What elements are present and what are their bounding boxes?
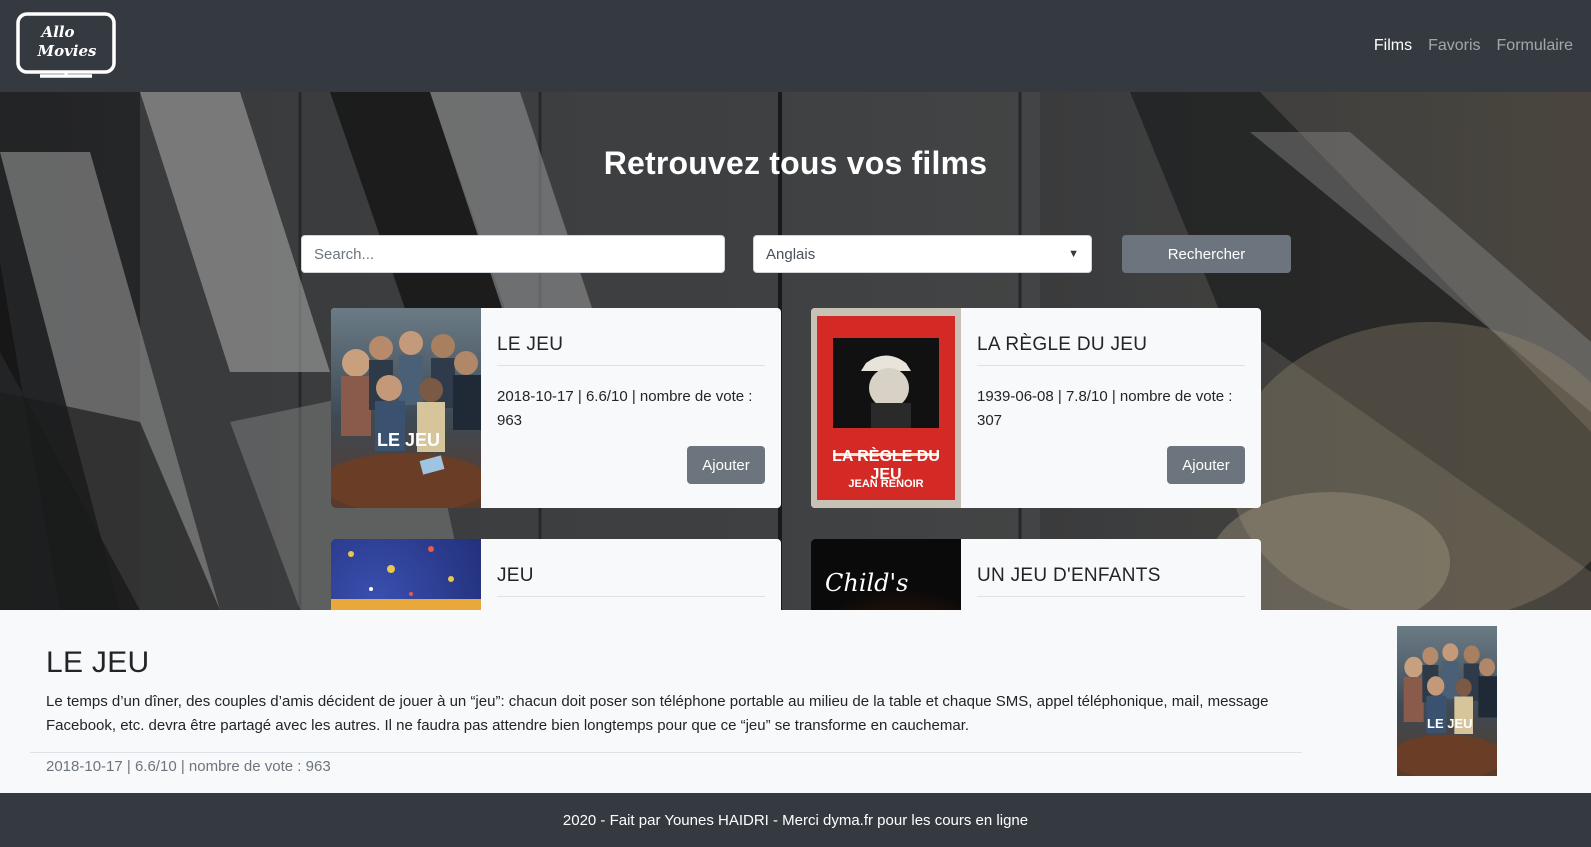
movie-poster[interactable]: LE JEU [331, 308, 481, 508]
hero-section: Retrouvez tous vos films Anglais ▼ Reche… [0, 92, 1591, 610]
navbar: Allo Movies Films Favoris Formulaire [0, 0, 1591, 92]
card-body: JEU [481, 539, 781, 610]
detail-title: LE JEU [46, 646, 150, 679]
divider [30, 752, 1302, 753]
search-row: Anglais ▼ Rechercher [0, 235, 1591, 273]
card-title: JEU [497, 565, 765, 597]
detail-poster: LE JEU [1397, 626, 1497, 776]
nav-favoris[interactable]: Favoris [1428, 37, 1480, 55]
nav-links: Films Favoris Formulaire [1374, 37, 1573, 55]
search-button[interactable]: Rechercher [1122, 235, 1291, 273]
movie-poster[interactable]: Child's [811, 539, 961, 610]
card-body: LA RÈGLE DU JEU 1939-06-08 | 7.8/10 | no… [961, 308, 1261, 508]
card-meta: 2018-10-17 | 6.6/10 | nombre de vote : 9… [497, 388, 753, 429]
movie-poster[interactable] [331, 539, 481, 610]
add-button[interactable]: Ajouter [687, 446, 765, 484]
hero-title: Retrouvez tous vos films [603, 145, 988, 181]
language-select[interactable]: Anglais ▼ [753, 235, 1092, 273]
search-input[interactable] [301, 235, 725, 273]
detail-poster-title: LE JEU [1427, 716, 1473, 731]
card-body: UN JEU D'ENFANTS [961, 539, 1261, 610]
nav-films[interactable]: Films [1374, 37, 1412, 55]
nav-formulaire[interactable]: Formulaire [1497, 37, 1573, 55]
language-select-value: Anglais [766, 245, 816, 263]
logo-line1: Allo [39, 23, 74, 41]
card-title: LE JEU [497, 334, 765, 366]
logo-line2: Movies [36, 42, 97, 60]
allo-movies-logo[interactable]: Allo Movies [16, 12, 116, 80]
movie-detail-panel: LE JEU Le temps d’un dîner, des couples … [0, 610, 1591, 793]
chevron-down-icon: ▼ [1068, 248, 1079, 260]
card-body: LE JEU 2018-10-17 | 6.6/10 | nombre de v… [481, 308, 781, 508]
footer: 2020 - Fait par Younes HAIDRI - Merci dy… [0, 793, 1591, 847]
movie-card: Child's UN JEU D'ENFANTS [811, 539, 1261, 610]
movie-card: JEU [331, 539, 781, 610]
footer-text: 2020 - Fait par Younes HAIDRI - Merci dy… [562, 811, 1029, 829]
poster-title: LE JEU [377, 430, 441, 450]
detail-meta: 2018-10-17 | 6.6/10 | nombre de vote : 9… [46, 758, 331, 775]
card-title: LA RÈGLE DU JEU [977, 334, 1245, 366]
add-button[interactable]: Ajouter [1167, 446, 1245, 484]
poster-director: JEAN RENOIR [848, 478, 924, 490]
card-title: UN JEU D'ENFANTS [977, 565, 1245, 597]
card-meta: 1939-06-08 | 7.8/10 | nombre de vote : 3… [977, 388, 1233, 429]
movie-poster[interactable]: LA RÈGLE DU JEU JEAN RENOIR [811, 308, 961, 508]
movie-card: LA RÈGLE DU JEU JEAN RENOIR LA RÈGLE DU … [811, 308, 1261, 508]
movie-card: LE JEU LE JEU 2018-10-17 | 6.6/10 | nomb… [331, 308, 781, 508]
detail-overview: Le temps d’un dîner, des couples d’amis … [46, 693, 1269, 734]
poster-title: Child's [825, 569, 909, 597]
